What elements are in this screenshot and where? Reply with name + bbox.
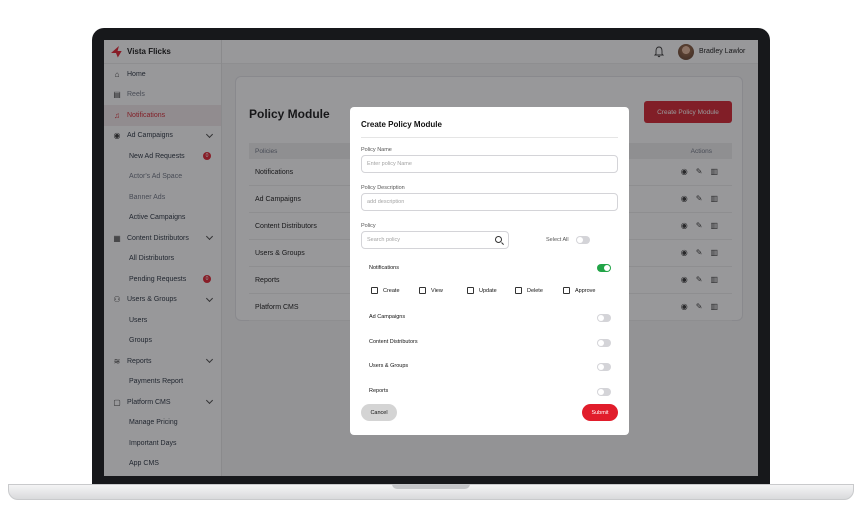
reports-toggle[interactable]	[597, 388, 611, 396]
ad-campaigns-toggle[interactable]	[597, 314, 611, 322]
permission-view[interactable]: View	[419, 287, 443, 294]
search-placeholder: Search policy	[367, 237, 401, 243]
policy-label: Policy	[361, 223, 376, 229]
content-distributors-toggle[interactable]	[597, 339, 611, 347]
permission-delete[interactable]: Delete	[515, 287, 543, 294]
users-groups-toggle[interactable]	[597, 363, 611, 371]
policy-name-input[interactable]: Enter policy Name	[361, 155, 618, 173]
permission-label: Delete	[527, 287, 543, 294]
permission-label: View	[431, 287, 443, 294]
policy-item-notifications: Notifications	[369, 265, 399, 271]
policy-description-label: Policy Description	[361, 185, 405, 191]
policy-item-content-distributors: Content Distributors	[369, 339, 418, 345]
checkbox[interactable]	[515, 287, 522, 294]
divider	[361, 137, 618, 138]
cancel-button[interactable]: Cancel	[361, 404, 397, 421]
permission-approve[interactable]: Approve	[563, 287, 596, 294]
checkbox[interactable]	[467, 287, 474, 294]
create-policy-modal: Create Policy Module Policy Name Enter p…	[350, 107, 629, 435]
permission-update[interactable]: Update	[467, 287, 497, 294]
policy-name-label: Policy Name	[361, 147, 392, 153]
search-icon	[495, 236, 502, 243]
permission-label: Update	[479, 287, 497, 294]
notifications-toggle[interactable]	[597, 264, 611, 272]
policy-description-input[interactable]: add description	[361, 193, 618, 211]
select-all-toggle[interactable]	[576, 236, 590, 244]
policy-item-ad-campaigns: Ad Campaigns	[369, 314, 406, 320]
permission-label: Create	[383, 287, 400, 294]
checkbox[interactable]	[419, 287, 426, 294]
laptop-mockup: Vista Flicks ⌂ Home ▤ Reels ♫ Notificati…	[0, 0, 862, 512]
select-all-label: Select All	[546, 237, 569, 243]
checkbox[interactable]	[563, 287, 570, 294]
policy-search-input[interactable]: Search policy	[361, 231, 509, 249]
policy-item-reports: Reports	[369, 388, 389, 394]
modal-title: Create Policy Module	[361, 120, 442, 129]
laptop-notch	[392, 484, 470, 489]
permission-label: Approve	[575, 287, 596, 294]
checkbox[interactable]	[371, 287, 378, 294]
permission-create[interactable]: Create	[371, 287, 400, 294]
policy-item-users-groups: Users & Groups	[369, 363, 409, 369]
app-screen: Vista Flicks ⌂ Home ▤ Reels ♫ Notificati…	[104, 40, 758, 476]
submit-button[interactable]: Submit	[582, 404, 618, 421]
